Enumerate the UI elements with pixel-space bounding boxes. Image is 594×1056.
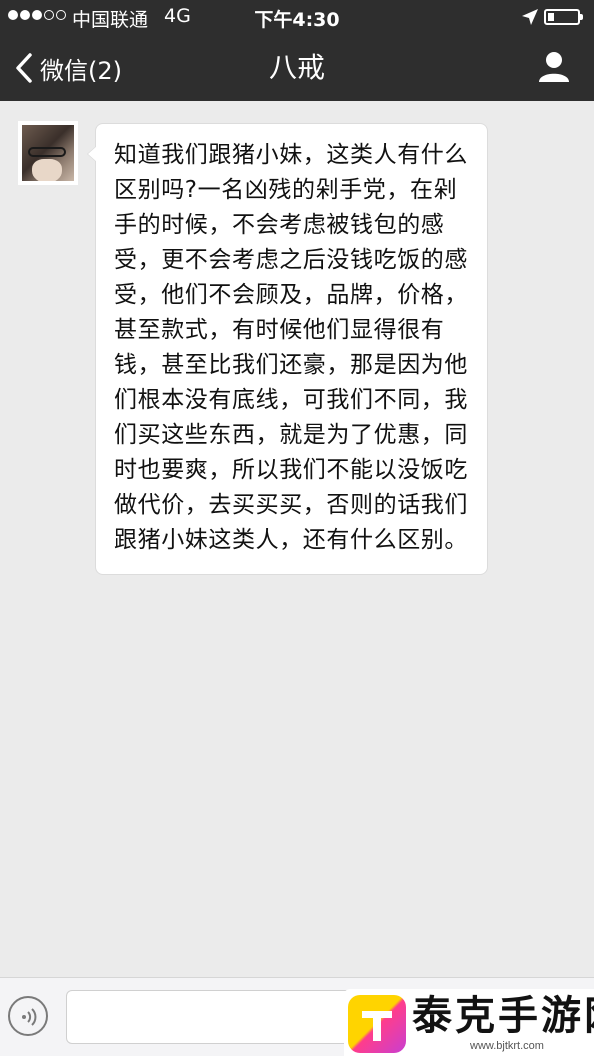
watermark-name: 泰克手游网 [412, 992, 594, 1039]
avatar-image [22, 125, 74, 181]
wechat-chat-screen: 中国联通 4G 下午4:30 微信(2) 八戒 知道我们跟猪小妹，这类人有什么区… [0, 0, 594, 1056]
chat-info-button[interactable] [532, 48, 576, 88]
message-input[interactable] [66, 990, 366, 1044]
voice-button[interactable] [8, 996, 48, 1036]
watermark-url: www.bjtkrt.com [470, 1040, 544, 1052]
battery-icon [544, 9, 583, 25]
voice-icon [22, 1008, 37, 1026]
status-time: 下午4:30 [254, 9, 340, 31]
message-list[interactable]: 知道我们跟猪小妹，这类人有什么区别吗?一名凶残的剁手党，在剁手的时候，不会考虑被… [0, 101, 594, 977]
header: 中国联通 4G 下午4:30 微信(2) 八戒 [0, 0, 594, 101]
status-bar: 中国联通 4G 下午4:30 [0, 0, 594, 34]
chat-title: 八戒 [268, 51, 325, 84]
avatar[interactable] [18, 121, 78, 185]
person-icon [539, 52, 569, 82]
nav-bar: 微信(2) 八戒 [0, 34, 594, 101]
location-arrow-icon [522, 9, 538, 25]
watermark-logo [348, 995, 406, 1053]
battery-level-fill [548, 13, 554, 21]
watermark: 泰克手游网 www.bjtkrt.com [344, 989, 594, 1056]
message-text: 知道我们跟猪小妹，这类人有什么区别吗?一名凶残的剁手党，在剁手的时候，不会考虑被… [114, 142, 468, 553]
message-bubble[interactable]: 知道我们跟猪小妹，这类人有什么区别吗?一名凶残的剁手党，在剁手的时候，不会考虑被… [87, 123, 488, 575]
